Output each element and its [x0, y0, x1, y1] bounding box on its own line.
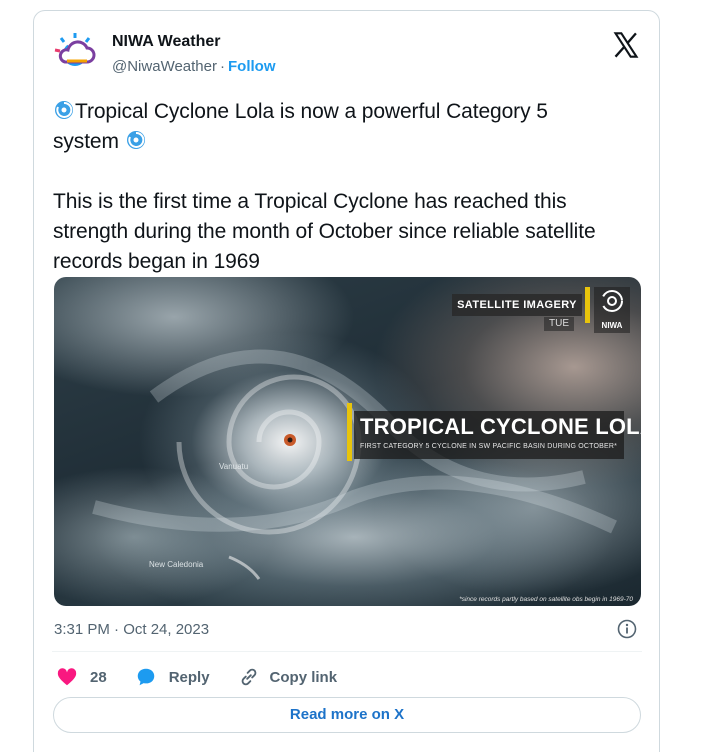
cyclone-subtitle: FIRST CATEGORY 5 CYCLONE IN SW PACIFIC B…: [360, 443, 618, 450]
info-icon[interactable]: [617, 619, 637, 639]
action-bar: 28 Reply Copy link: [56, 665, 337, 689]
cyclone-title: TROPICAL CYCLONE LOLA: [360, 414, 641, 439]
heart-icon: [57, 668, 77, 686]
tweet-card: NIWA Weather @NiwaWeather · Follow Tropica…: [33, 10, 660, 752]
follow-button[interactable]: Follow: [228, 58, 276, 75]
niwa-watermark-text: NIWA: [601, 321, 623, 330]
yellow-accent-bar: [585, 287, 590, 323]
x-logo-icon[interactable]: [612, 31, 640, 59]
copy-link-label: Copy link: [269, 668, 338, 686]
tweet-timestamp[interactable]: 3:31 PM · Oct 24, 2023: [54, 621, 209, 638]
tweet-line-2: system: [53, 130, 119, 153]
place-vanuatu: Vanuatu: [219, 462, 249, 471]
reply-label: Reply: [168, 668, 210, 686]
satellite-image[interactable]: SATELLITE IMAGERY TUE NIWA TROPICAL CYCL…: [54, 277, 641, 606]
copy-link-button[interactable]: Copy link: [238, 666, 338, 688]
like-button[interactable]: 28: [56, 666, 135, 688]
link-icon: [241, 668, 256, 686]
yellow-title-bar: [347, 403, 352, 461]
cyclone-title-box: TROPICAL CYCLONE LOLA FIRST CATEGORY 5 C…: [354, 411, 641, 459]
cyclone-icon: [55, 101, 73, 119]
niwa-watermark-logo: NIWA: [594, 287, 630, 333]
reply-button[interactable]: Reply: [135, 666, 238, 688]
read-more-button[interactable]: Read more on X: [53, 697, 641, 733]
like-count: 28: [90, 668, 107, 686]
tweet-text: Tropical Cyclone Lola is now a powerful …: [53, 97, 643, 277]
separator-dot: ·: [220, 58, 225, 75]
niwa-logo-avatar[interactable]: [51, 28, 103, 80]
tweet-line-1: Tropical Cyclone Lola is now a powerful …: [75, 100, 548, 123]
satellite-day-label: TUE: [544, 317, 574, 331]
tweet-paragraph-2: This is the first time a Tropical Cyclon…: [53, 190, 596, 273]
satellite-imagery-badge: SATELLITE IMAGERY: [452, 294, 582, 316]
author-name[interactable]: NIWA Weather: [112, 33, 220, 51]
divider: [52, 651, 642, 652]
author-meta: @NiwaWeather · Follow: [112, 58, 276, 75]
speech-bubble-icon: [137, 668, 154, 686]
place-new-caledonia: New Caledonia: [149, 560, 204, 569]
cyclone-icon: [126, 131, 145, 149]
author-handle[interactable]: @NiwaWeather: [112, 58, 217, 75]
niwa-swirl-icon: [601, 290, 623, 312]
image-footnote: *since records partly based on satellite…: [459, 596, 633, 603]
